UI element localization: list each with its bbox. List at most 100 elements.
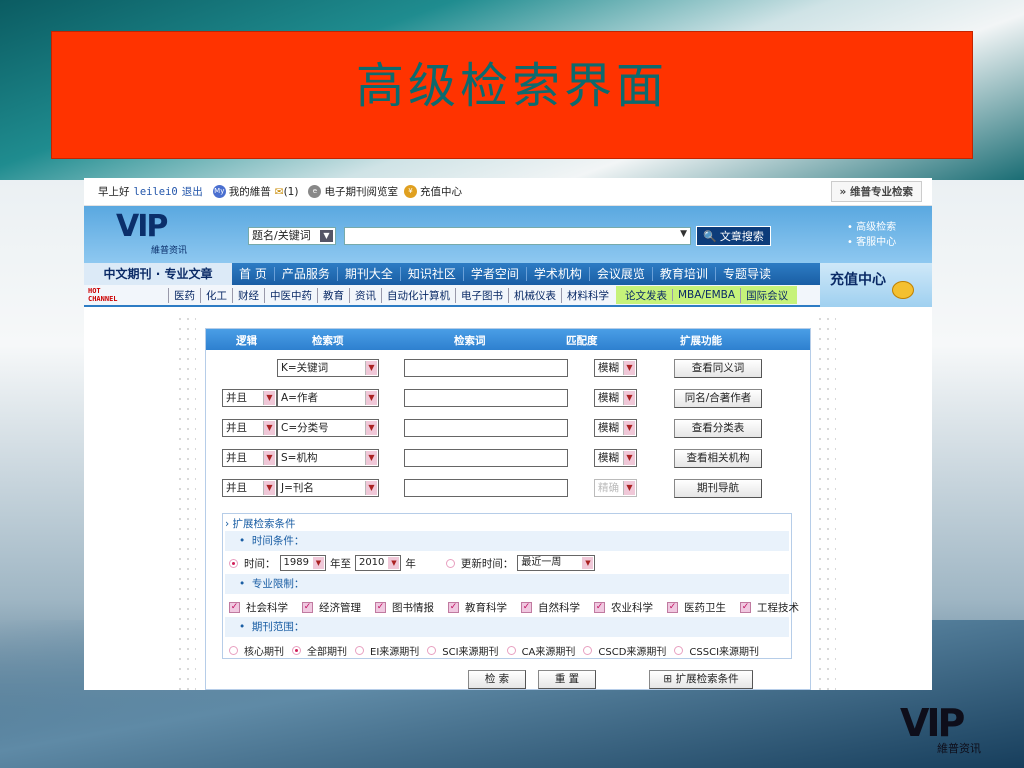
term-input-1[interactable] [404,359,568,377]
reset-button[interactable]: 重 置 [538,670,596,689]
term-input-2[interactable] [404,389,568,407]
nav-item-conferences[interactable]: 会议展览 [588,267,652,281]
subnav-medicine[interactable]: 医药 [168,287,200,303]
year-to-select[interactable]: 2010 ▼ [354,555,402,571]
recharge-center-banner[interactable]: 充值中心 [820,263,932,307]
checkbox-library-info[interactable]: ✓ [375,602,386,613]
customer-service-link[interactable]: • 客服中心 [847,235,896,250]
subnav-finance[interactable]: 财经 [232,287,264,303]
term-input-5[interactable] [404,479,568,497]
pro-search-link[interactable]: » 维普专业检索 [830,181,922,202]
dropdown-arrow-icon: ▼ [623,421,635,435]
logout-link[interactable]: 退出 [182,184,203,199]
institution-button[interactable]: 查看相关机构 [674,449,762,468]
my-vip-link[interactable]: 我的維普 [229,184,271,199]
radio-sci-journals[interactable] [427,646,437,655]
subnav-news[interactable]: 资讯 [349,287,381,303]
year-from-select[interactable]: 1989 ▼ [279,555,326,571]
header-field: 检索项 [312,335,344,347]
checkbox-economics[interactable]: ✓ [302,602,313,613]
nav-item-institutions[interactable]: 学术机构 [525,267,589,281]
radio-cssci-journals[interactable] [674,646,684,655]
term-input-4[interactable] [404,449,568,467]
username-link[interactable]: leilei0 [134,186,178,198]
subnav-machinery[interactable]: 机械仪表 [508,287,561,303]
match-value: 模糊 [598,452,619,464]
subnav-materials[interactable]: 材料科学 [561,287,614,303]
coauthor-button[interactable]: 同名/合著作者 [674,389,762,408]
match-select-3[interactable]: 模糊 ▼ [594,419,637,437]
advanced-search-link[interactable]: • 高级检索 [847,220,896,235]
logic-select-4[interactable]: 并且 ▼ [222,449,277,467]
match-value: 模糊 [598,392,619,404]
expand-conditions-button[interactable]: ⊞ 扩展检索条件 [649,670,753,689]
radio-cscd-journals[interactable] [583,646,593,655]
mail-count[interactable]: (1) [284,186,299,198]
logic-select-5[interactable]: 并且 ▼ [222,479,277,497]
subnav-ebooks[interactable]: 电子图书 [455,287,508,303]
radio-ca-journals[interactable] [506,646,516,655]
subnav-education[interactable]: 教育 [317,287,349,303]
logic-select-3[interactable]: 并且 ▼ [222,419,277,437]
logic-select-2[interactable]: 并且 ▼ [222,389,277,407]
checkbox-natural-science[interactable]: ✓ [521,602,532,613]
subnav-automation[interactable]: 自动化计算机 [381,287,455,303]
reading-room-icon: e [308,185,322,198]
corner-vip-logo: VIP 維普资讯 [900,704,1000,761]
vip-logo[interactable]: VIP 維普资讯 [116,212,196,257]
form-header: 逻辑 检索项 检索词 匹配度 扩展功能 [206,329,810,350]
subnav-chemical[interactable]: 化工 [200,287,232,303]
reading-room-link[interactable]: 电子期刊阅览室 [324,184,398,199]
checkbox-agriculture[interactable]: ✓ [594,602,605,613]
time-band-label: 时间条件： [251,535,305,547]
article-search-label: 文章搜索 [719,230,764,243]
field-select-3[interactable]: C=分类号 ▼ [277,419,379,437]
field-select-4[interactable]: S=机构 ▼ [277,449,379,467]
field-select[interactable]: 题名/关键词 ▼ [248,227,336,245]
match-select-2[interactable]: 模糊 ▼ [594,389,637,407]
dotted-decoration-left [176,314,196,690]
recharge-link[interactable]: 充值中心 [420,184,462,199]
subnav-conference[interactable]: 国际会议 [740,287,793,303]
chevron-down-icon: ▼ [320,230,333,242]
journal-nav-button[interactable]: 期刊导航 [674,479,762,498]
nav-item-topics[interactable]: 专题导读 [714,267,778,281]
update-time-select[interactable]: 最近一周 ▼ [517,555,596,571]
update-time-radio[interactable] [445,558,455,568]
time-radio[interactable] [229,558,238,568]
synonym-button[interactable]: 查看同义词 [674,359,762,378]
nav-item-products[interactable]: 产品服务 [273,267,337,281]
field-select-5[interactable]: J=刊名 ▼ [277,479,379,497]
checkbox-medicine[interactable]: ✓ [667,602,678,613]
radio-core-journals[interactable] [229,646,238,655]
nav-item-home[interactable]: 首 页 [232,267,274,281]
field-select-value: 题名/关键词 [252,229,311,242]
time-conditions-line: 时间： 1989 ▼ 年至 2010 ▼ 年 更新时间： 最近一周 ▼ [229,555,599,571]
nav-item-scholars[interactable]: 学者空间 [462,267,526,281]
subnav-paper-publish[interactable]: 论文发表 [620,288,672,303]
keyword-input[interactable]: ▼ [344,227,691,245]
radio-ei-journals[interactable] [355,646,364,655]
field-select-1[interactable]: K=关键词 ▼ [277,359,379,377]
match-value: 模糊 [598,362,619,374]
extended-conditions-toggle[interactable]: › 扩展检索条件 [225,516,296,531]
nav-item-journals[interactable]: 期刊大全 [336,267,400,281]
classification-button[interactable]: 查看分类表 [674,419,762,438]
match-select-1[interactable]: 模糊 ▼ [594,359,637,377]
subnav-mba[interactable]: MBA/EMBA [672,289,740,301]
checkbox-social-science[interactable]: ✓ [229,602,240,613]
match-select-4[interactable]: 模糊 ▼ [594,449,637,467]
update-time-label: 更新时间： [460,557,514,570]
radio-all-journals[interactable] [292,646,301,655]
nav-item-training[interactable]: 教育培训 [651,267,715,281]
subnav-tcm[interactable]: 中医中药 [264,287,317,303]
article-search-button[interactable]: 🔍 文章搜索 [696,226,771,246]
checkbox-engineering[interactable]: ✓ [740,602,751,613]
checkbox-education[interactable]: ✓ [448,602,459,613]
term-input-3[interactable] [404,419,568,437]
field-select-2[interactable]: A=作者 ▼ [277,389,379,407]
nav-item-community[interactable]: 知识社区 [399,267,463,281]
extended-conditions-title: 扩展检索条件 [232,518,296,530]
dropdown-arrow-icon: ▼ [680,229,687,239]
search-button[interactable]: 检 索 [468,670,526,689]
